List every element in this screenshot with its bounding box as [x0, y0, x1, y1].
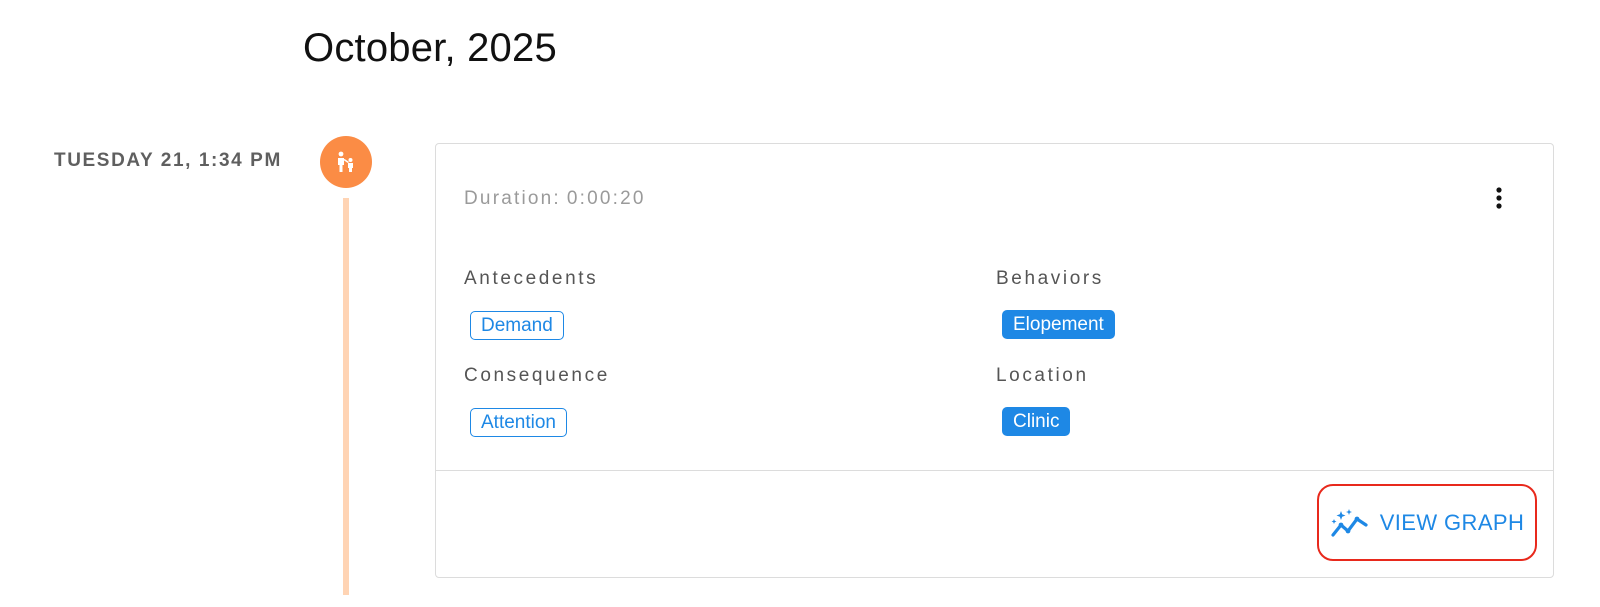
duration-value: 0:00:20	[566, 188, 646, 209]
parent-child-icon	[338, 151, 353, 172]
behavior-tag: Elopement	[1002, 310, 1115, 339]
antecedent-tag: Demand	[470, 311, 564, 340]
consequence-tag: Attention	[470, 408, 567, 437]
duration-label: Duration:	[464, 188, 561, 209]
location-label: Location	[996, 365, 1089, 386]
month-header: October, 2025	[303, 26, 557, 70]
entry-timestamp: TUESDAY 21, 1:34 PM	[54, 150, 282, 171]
timeline-marker	[320, 136, 372, 188]
more-vert-icon	[1496, 187, 1502, 209]
view-graph-label: VIEW GRAPH	[1379, 509, 1525, 535]
more-options-button[interactable]	[1485, 184, 1513, 212]
location-tag: Clinic	[1002, 407, 1071, 436]
duration-text: Duration: 0:00:20	[464, 188, 646, 210]
behaviors-label: Behaviors	[996, 268, 1104, 289]
auto-graph-icon	[1331, 508, 1368, 537]
timeline-page: October, 2025 TUESDAY 21, 1:34 PM Durati…	[0, 0, 1600, 607]
timeline-line	[343, 198, 349, 595]
card-divider	[436, 470, 1553, 471]
incident-card: Duration: 0:00:20 Antecedents Demand Beha…	[435, 143, 1554, 578]
view-graph-button[interactable]: VIEW GRAPH	[1317, 484, 1537, 561]
antecedents-label: Antecedents	[464, 268, 599, 289]
consequence-label: Consequence	[464, 365, 610, 386]
